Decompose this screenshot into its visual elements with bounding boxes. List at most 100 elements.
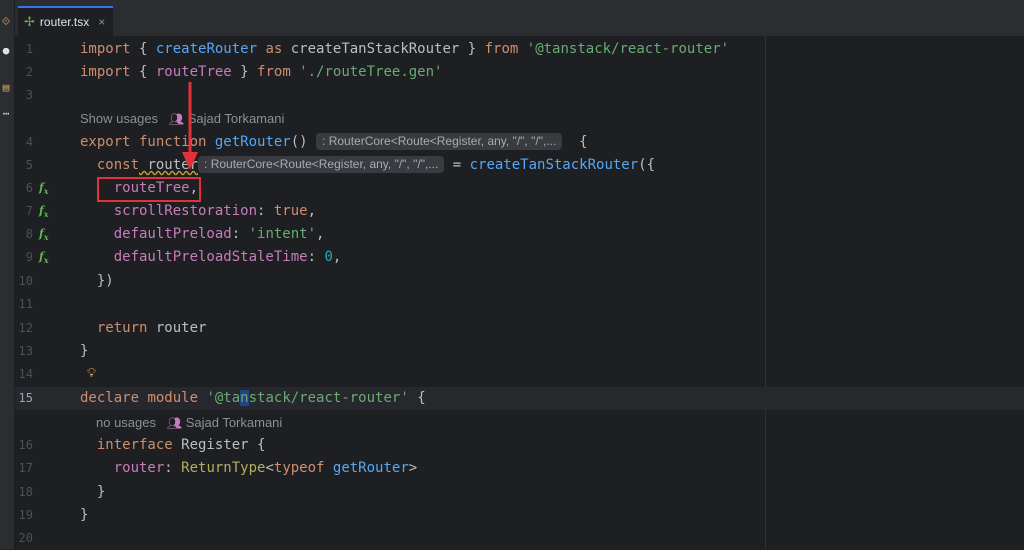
code-line-12[interactable]: 12 return router bbox=[15, 317, 1024, 340]
line-number: 18 bbox=[18, 485, 33, 499]
type-name: ReturnType bbox=[181, 460, 266, 476]
show-usages-link[interactable]: Show usages bbox=[80, 111, 158, 126]
github-icon[interactable]: ● bbox=[0, 45, 12, 57]
code-line-18[interactable]: 18 } bbox=[15, 481, 1024, 504]
string: 'intent' bbox=[248, 226, 317, 242]
identifier: router bbox=[147, 320, 207, 336]
line-number: 19 bbox=[18, 508, 33, 522]
code-line-5[interactable]: 5 const router: RouterCore<Route<Registe… bbox=[15, 154, 1024, 177]
keyword: from bbox=[484, 41, 519, 57]
inlay-type-hint[interactable]: : RouterCore<Route<Register, any, "/", "… bbox=[198, 156, 445, 173]
code-line-4[interactable]: 4 export function getRouter() : RouterCo… bbox=[15, 131, 1024, 154]
function-gutter-icon[interactable]: fx bbox=[39, 227, 49, 244]
keyword: typeof bbox=[273, 460, 325, 476]
string: '@ta bbox=[206, 390, 241, 406]
tab-router-tsx[interactable]: ✢ router.tsx × bbox=[18, 6, 114, 36]
code-vision-lens-2[interactable]: no usages 👥︎ Sajad Torkamani bbox=[15, 411, 1024, 434]
code-line-9[interactable]: 9 fx defaultPreloadStaleTime: 0, bbox=[15, 246, 1024, 269]
punct: } bbox=[459, 41, 485, 57]
line-number: 17 bbox=[18, 461, 33, 475]
code-line-20[interactable]: 20 bbox=[15, 527, 1024, 550]
literal: true bbox=[273, 203, 308, 219]
punct: > bbox=[408, 460, 418, 476]
line-number: 15 bbox=[18, 391, 33, 405]
editor-tab-bar: ✢ router.tsx × bbox=[0, 0, 1024, 37]
line-number: 6 bbox=[25, 181, 33, 195]
keyword: module bbox=[139, 390, 207, 406]
code-line-3[interactable]: 3 bbox=[15, 84, 1024, 107]
git-icon[interactable]: ⟐ bbox=[0, 16, 12, 28]
annotation-highlight-box bbox=[97, 177, 201, 202]
punct: < bbox=[265, 460, 274, 476]
punct: , bbox=[307, 203, 317, 219]
code-line-8[interactable]: 8 fx defaultPreload: 'intent', bbox=[15, 223, 1024, 246]
keyword: declare bbox=[80, 390, 140, 406]
function-gutter-icon[interactable]: fx bbox=[39, 204, 49, 221]
string: '@tanstack/react-router' bbox=[518, 41, 730, 57]
code-line-13[interactable]: 13 } bbox=[15, 340, 1024, 363]
code-line-14[interactable]: 14 💡︎ bbox=[15, 363, 1024, 386]
line-number: 3 bbox=[25, 88, 33, 102]
punct: () bbox=[290, 134, 308, 150]
string: './routeTree.gen' bbox=[290, 64, 443, 80]
property: defaultPreload bbox=[113, 226, 232, 242]
punct: : bbox=[257, 203, 274, 219]
line-number: 10 bbox=[18, 274, 33, 288]
line-number: 9 bbox=[25, 250, 33, 264]
punct: } bbox=[231, 64, 258, 80]
line-number: 16 bbox=[18, 438, 33, 452]
code-line-7[interactable]: 7 fx scrollRestoration: true, bbox=[15, 200, 1024, 223]
variable-name: router bbox=[139, 157, 199, 173]
lightbulb-icon[interactable]: 💡︎ bbox=[87, 367, 96, 381]
line-number: 5 bbox=[25, 158, 33, 172]
line-number: 4 bbox=[25, 135, 33, 149]
string: stack/react-router' bbox=[248, 390, 409, 406]
property: defaultPreloadStaleTime bbox=[113, 249, 308, 265]
tool-window-strip: ⟐ ● ▤ ⋯ bbox=[0, 0, 15, 549]
function-call: createTanStackRouter bbox=[469, 157, 639, 173]
more-icon[interactable]: ⋯ bbox=[0, 108, 12, 120]
punct: : bbox=[307, 249, 325, 265]
keyword: function bbox=[130, 134, 215, 150]
punct: } bbox=[96, 484, 106, 500]
code-line-11[interactable]: 11 bbox=[15, 293, 1024, 316]
no-usages-label[interactable]: no usages bbox=[96, 415, 156, 430]
code-vision-lens-1[interactable]: Show usages 👥︎ Sajad Torkamani bbox=[15, 107, 1024, 130]
code-line-19[interactable]: 19 } bbox=[15, 504, 1024, 527]
code-line-15[interactable]: 15 declare module '@tanstack/react-route… bbox=[15, 387, 1024, 410]
line-number: 12 bbox=[18, 321, 33, 335]
line-number: 14 bbox=[18, 367, 33, 381]
punct: { bbox=[248, 437, 266, 453]
code-line-2[interactable]: 2 import { routeTree } from './routeTree… bbox=[15, 61, 1024, 84]
inlay-type-hint[interactable]: : RouterCore<Route<Register, any, "/", "… bbox=[316, 133, 563, 150]
structure-icon[interactable]: ▤ bbox=[0, 82, 12, 94]
keyword: as bbox=[257, 41, 291, 57]
line-number: 13 bbox=[18, 344, 33, 358]
keyword: return bbox=[96, 320, 148, 336]
keyword: from bbox=[257, 64, 291, 80]
identifier: routeTree bbox=[155, 64, 232, 80]
code-line-17[interactable]: 17 router: ReturnType<typeof getRouter> bbox=[15, 457, 1024, 480]
tanstack-file-icon: ✢ bbox=[24, 14, 35, 30]
author-icon: 👥︎ bbox=[168, 112, 185, 126]
punct: }) bbox=[96, 273, 114, 289]
code-editor[interactable]: 1 import { createRouter as createTanStac… bbox=[15, 36, 1024, 549]
line-number: 11 bbox=[18, 297, 33, 311]
type-name: Register bbox=[172, 437, 249, 453]
close-icon[interactable]: × bbox=[98, 15, 105, 29]
function-name: getRouter bbox=[324, 460, 409, 476]
function-gutter-icon[interactable]: fx bbox=[39, 250, 49, 267]
author-name[interactable]: Sajad Torkamani bbox=[186, 415, 283, 430]
function-gutter-icon[interactable]: fx bbox=[39, 181, 49, 198]
function-name: getRouter bbox=[214, 134, 291, 150]
code-line-1[interactable]: 1 import { createRouter as createTanStac… bbox=[15, 38, 1024, 61]
code-line-16[interactable]: 16 interface Register { bbox=[15, 434, 1024, 457]
code-line-10[interactable]: 10 }) bbox=[15, 270, 1024, 293]
property: router bbox=[113, 460, 165, 476]
keyword: const bbox=[96, 157, 140, 173]
author-name[interactable]: Sajad Torkamani bbox=[188, 111, 285, 126]
punct: } bbox=[80, 507, 89, 523]
selected-character: n bbox=[240, 390, 249, 406]
line-number: 7 bbox=[25, 204, 33, 218]
line-number: 8 bbox=[25, 227, 33, 241]
